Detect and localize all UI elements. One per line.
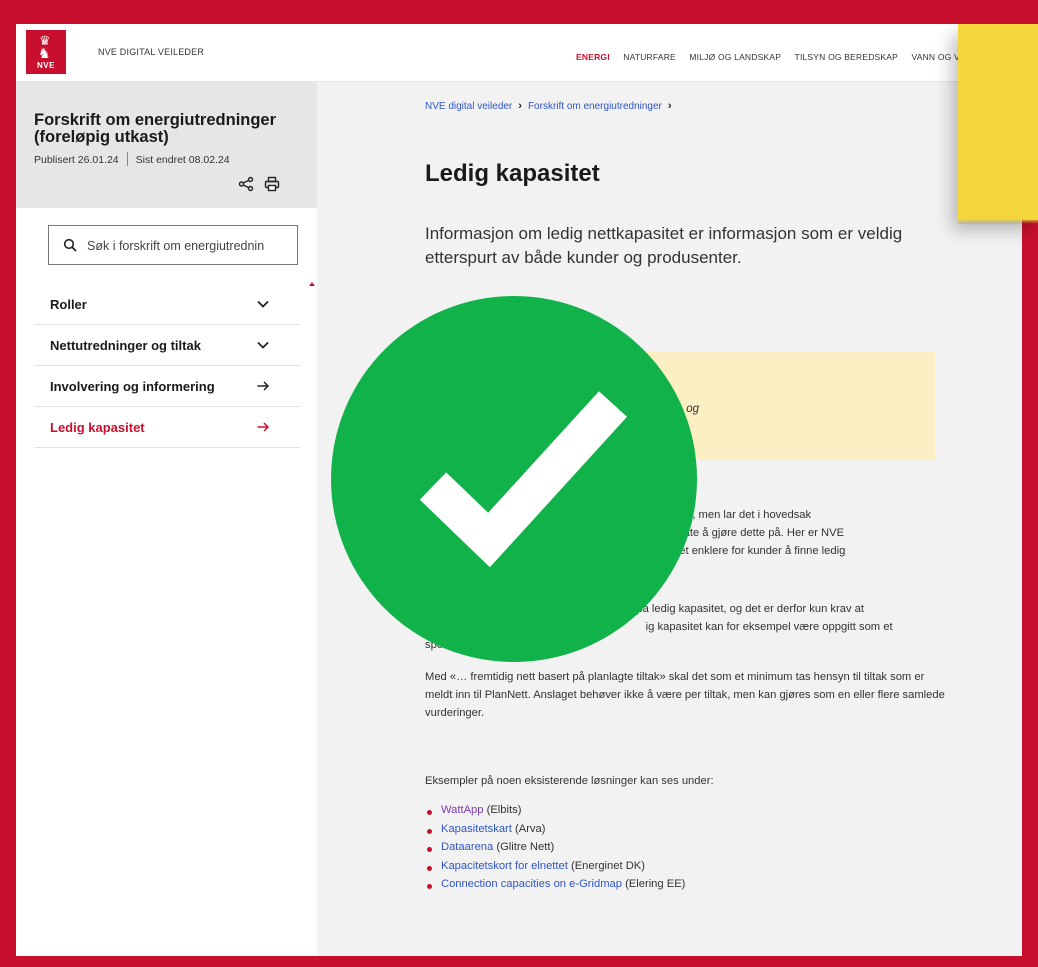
guide-search (48, 225, 298, 265)
site-name[interactable]: NVE DIGITAL VEILEDER (98, 47, 204, 57)
page-title: Ledig kapasitet (425, 160, 600, 187)
sidebar-item-label: Ledig kapasitet (50, 420, 145, 435)
breadcrumb: NVE digital veileder › Forskrift om energi… (425, 100, 678, 112)
search-icon[interactable] (63, 238, 77, 252)
nav-item-energi[interactable]: ENERGI (576, 52, 610, 62)
sidebar: Forskrift om energiutredninger (foreløpi… (16, 82, 317, 956)
nav-item-tilsyn-og-beredskap[interactable]: TILSYN OG BEREDSKAP (795, 52, 898, 62)
date-divider (126, 152, 128, 166)
list-item: Dataarena (Glitre Nett) (425, 841, 945, 860)
sidebar-item-nettutredninger[interactable]: Nettutredninger og tiltak (34, 325, 300, 366)
sidebar-item-label: Involvering og informering (50, 379, 215, 394)
print-icon[interactable] (264, 176, 280, 192)
logo-text: NVE (37, 61, 55, 70)
sidebar-item-label: Roller (50, 297, 87, 312)
guide-dates: Publisert 26.01.24 Sist endret 08.02.24 (34, 152, 230, 166)
chevron-down-icon[interactable] (256, 297, 270, 311)
sidebar-item-roller[interactable]: Roller (34, 284, 300, 325)
breadcrumb-link-forskrift[interactable]: Forskrift om energiutredninger (528, 101, 662, 112)
sidebar-menu: Roller Nettutredninger og tiltak Involve… (34, 284, 300, 448)
share-icon[interactable] (238, 176, 254, 192)
chevron-down-icon[interactable] (256, 338, 270, 352)
link-wattapp[interactable]: WattApp (441, 804, 484, 816)
link-dataarena[interactable]: Dataarena (441, 841, 493, 853)
link-note: (Arva) (515, 822, 546, 835)
link-e-gridmap[interactable]: Connection capacities on e-Gridmap (441, 878, 622, 890)
link-kapacitetskort[interactable]: Kapacitetskort for elnettet (441, 860, 568, 872)
guide-search-input[interactable] (87, 236, 292, 256)
lion-icon: ♞ (38, 45, 51, 61)
example-solutions-list: WattApp (Elbits) Kapasitetskart (Arva) D… (425, 804, 945, 897)
list-item: Kapacitetskort for elnettet (Energinet D… (425, 860, 945, 879)
list-item: Connection capacities on e-Gridmap (Eler… (425, 878, 945, 897)
body-paragraph: Eksempler på noen eksisterende løsninger… (425, 775, 714, 787)
arrow-right-icon (257, 381, 270, 391)
main-navigation: ENERGI NATURFARE MILJØ OG LANDSKAP TILSY… (576, 47, 974, 65)
nav-item-miljo-og-landskap[interactable]: MILJØ OG LANDSKAP (689, 52, 781, 62)
site-header: ♛ ♞ NVE NVE DIGITAL VEILEDER ENERGI NATU… (16, 24, 1022, 82)
sidebar-item-label: Nettutredninger og tiltak (50, 338, 201, 353)
sidebar-item-ledig-kapasitet[interactable]: Ledig kapasitet (34, 407, 300, 448)
link-note: (Elbits) (486, 804, 522, 816)
breadcrumb-link-home[interactable]: NVE digital veileder (425, 101, 512, 112)
nav-item-naturfare[interactable]: NATURFARE (623, 52, 676, 62)
arrow-right-icon (257, 422, 270, 432)
link-note: (Glitre Nett) (496, 841, 555, 853)
scroll-top-marker (309, 282, 315, 286)
published-date: Publisert 26.01.24 (34, 154, 119, 166)
link-note: (Elering EE) (625, 878, 686, 890)
guide-title: Forskrift om energiutredninger (foreløpi… (34, 111, 277, 146)
link-note: (Energinet DK) (570, 859, 645, 872)
sticky-note (958, 24, 1038, 224)
chevron-right-icon: › (667, 100, 672, 112)
list-item: WattApp (Elbits) (425, 804, 945, 823)
nve-logo[interactable]: ♛ ♞ NVE (26, 30, 66, 74)
checkmark-icon (331, 296, 697, 662)
sidebar-header: Forskrift om energiutredninger (foreløpi… (16, 82, 317, 208)
link-kapasitetskart[interactable]: Kapasitetskart (441, 823, 512, 835)
lead-paragraph: Informasjon om ledig nettkapasitet er in… (425, 224, 903, 267)
list-item: Kapasitetskart (Arva) (425, 823, 945, 842)
body-paragraph: Med «… fremtidig nett basert på planlagt… (425, 671, 945, 719)
changed-date: Sist endret 08.02.24 (135, 154, 230, 166)
chevron-right-icon: › (518, 100, 522, 112)
sidebar-item-involvering[interactable]: Involvering og informering (34, 366, 300, 407)
